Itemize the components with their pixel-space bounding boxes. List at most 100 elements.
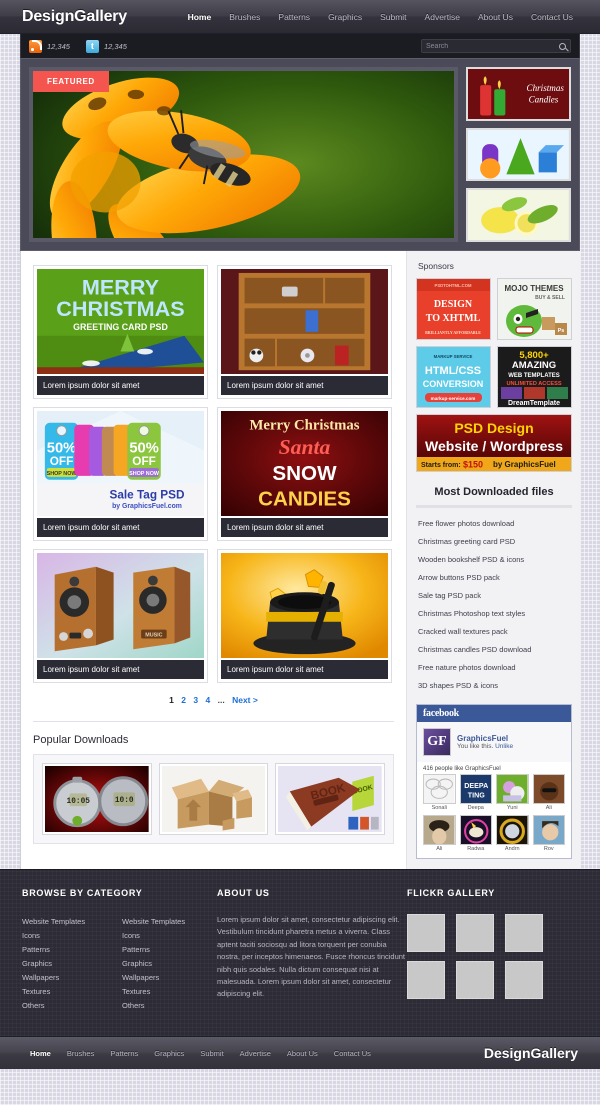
sponsor-ad-markup-service[interactable]: MARKUP SERVICE HTML/CSS CONVERSION marku… [416,346,491,408]
gallery-card[interactable]: 50% OFF SHOP NOW 50% OFF SHOP NOW Sale T… [33,407,208,541]
slider-thumb-3d-shapes[interactable] [466,127,571,182]
footer-nav-submit[interactable]: Submit [192,1049,231,1058]
search-input[interactable] [426,42,559,50]
gallery-card[interactable]: Lorem ipsum dolor sit amet [217,265,392,399]
facebook-fan[interactable]: Andrn [496,815,529,852]
page-2-link[interactable]: 2 [181,695,186,705]
sponsor-ad-design-to-xhtml[interactable]: PSDTOHTML.COM DESIGN TO XHTML BRILLIANTL… [416,278,491,340]
footer-category-link[interactable]: Graphics [122,959,152,968]
list-item[interactable]: Wallpapers [22,970,112,984]
flickr-thumbnail[interactable] [456,961,494,999]
most-downloaded-link[interactable]: Christmas Photoshop text styles [418,609,525,618]
footer-nav-about-us[interactable]: About Us [279,1049,326,1058]
list-item[interactable]: Free flower photos download [416,514,572,532]
list-item[interactable]: Christmas greeting card PSD [416,532,572,550]
list-item[interactable]: Others [122,998,212,1012]
flickr-thumbnail[interactable] [407,961,445,999]
footer-category-link[interactable]: Wallpapers [22,973,59,982]
footer-nav-advertise[interactable]: Advertise [232,1049,279,1058]
flickr-thumbnail[interactable] [456,914,494,952]
list-item[interactable]: Sale tag PSD pack [416,586,572,604]
facebook-fan[interactable]: Ali [532,774,565,811]
nav-item-graphics[interactable]: Graphics [319,12,371,22]
most-downloaded-link[interactable]: Sale tag PSD pack [418,591,481,600]
list-item[interactable]: Christmas candles PSD download [416,640,572,658]
list-item[interactable]: Arrow buttons PSD pack [416,568,572,586]
list-item[interactable]: Textures [22,984,112,998]
footer-category-link[interactable]: Patterns [22,945,50,954]
flickr-thumbnail[interactable] [505,961,543,999]
popular-download-item[interactable] [158,763,269,835]
flickr-thumbnail[interactable] [407,914,445,952]
footer-category-link[interactable]: Website Templates [122,917,185,926]
list-item[interactable]: Wooden bookshelf PSD & icons [416,550,572,568]
nav-item-brushes[interactable]: Brushes [220,12,269,22]
list-item[interactable]: Cracked wall textures pack [416,622,572,640]
list-item[interactable]: Patterns [22,942,112,956]
footer-nav-contact-us[interactable]: Contact Us [326,1049,379,1058]
footer-category-link[interactable]: Graphics [22,959,52,968]
gallery-card[interactable]: MERRY CHRISTMAS GREETING CARD PSD Lorem … [33,265,208,399]
most-downloaded-link[interactable]: 3D shapes PSD & icons [418,681,498,690]
nav-item-home[interactable]: Home [179,12,221,22]
slider-main-image[interactable]: FEATURED [29,67,458,242]
most-downloaded-link[interactable]: Christmas greeting card PSD [418,537,515,546]
facebook-fan[interactable]: Radwa [459,815,492,852]
list-item[interactable]: Others [22,998,112,1012]
facebook-fan[interactable]: Ali [423,815,456,852]
most-downloaded-link[interactable]: Cracked wall textures pack [418,627,508,636]
list-item[interactable]: Icons [122,928,212,942]
gallery-card[interactable]: Lorem ipsum dolor sit amet [217,549,392,683]
footer-nav-brushes[interactable]: Brushes [59,1049,103,1058]
list-item[interactable]: Free nature photos download [416,658,572,676]
page-4-link[interactable]: 4 [206,695,211,705]
list-item[interactable]: Patterns [122,942,212,956]
footer-nav-graphics[interactable]: Graphics [146,1049,192,1058]
nav-item-submit[interactable]: Submit [371,12,415,22]
most-downloaded-link[interactable]: Christmas candles PSD download [418,645,531,654]
facebook-fan[interactable]: Yuni [496,774,529,811]
footer-category-link[interactable]: Textures [22,987,50,996]
footer-category-link[interactable]: Icons [22,931,40,940]
list-item[interactable]: Website Templates [122,914,212,928]
sponsor-ad-psd-design[interactable]: PSD Design Website / Wordpress Starts fr… [416,414,572,472]
footer-category-link[interactable]: Textures [122,987,150,996]
footer-nav-home[interactable]: Home [22,1049,59,1058]
popular-download-item[interactable]: 10:05 10:0 [42,763,152,835]
next-page-link[interactable]: Next > [232,695,258,705]
nav-item-about-us[interactable]: About Us [469,12,522,22]
list-item[interactable]: Wallpapers [122,970,212,984]
footer-category-link[interactable]: Website Templates [22,917,85,926]
twitter-follow[interactable]: t 12,345 [85,39,127,53]
flickr-thumbnail[interactable] [505,914,543,952]
list-item[interactable]: Website Templates [22,914,112,928]
list-item[interactable]: Graphics [22,956,112,970]
facebook-fan[interactable]: Rov [532,815,565,852]
nav-item-advertise[interactable]: Advertise [416,12,469,22]
most-downloaded-link[interactable]: Arrow buttons PSD pack [418,573,500,582]
unlike-link[interactable]: Unlike [495,743,513,750]
footer-category-link[interactable]: Icons [122,931,140,940]
facebook-page-name[interactable]: GraphicsFuel [457,734,513,743]
list-item[interactable]: Icons [22,928,112,942]
nav-item-patterns[interactable]: Patterns [269,12,319,22]
footer-category-link[interactable]: Others [22,1001,45,1010]
most-downloaded-link[interactable]: Free flower photos download [418,519,514,528]
facebook-fan[interactable]: DEEPA TING Deepa [459,774,492,811]
facebook-fan[interactable]: Sonali [423,774,456,811]
list-item[interactable]: 3D shapes PSD & icons [416,676,572,694]
rss-subscribe[interactable]: 12,345 [29,39,70,53]
gallery-card[interactable]: MUSIC Lorem ipsum dolor sit amet [33,549,208,683]
sponsor-ad-dreamtemplate[interactable]: 5,800+ AMAZING WEB TEMPLATES UNLIMITED A… [497,346,572,408]
search-icon[interactable] [559,42,566,50]
nav-item-contact-us[interactable]: Contact Us [522,12,582,22]
slider-thumb-christmas-candles[interactable]: Christmas Candles [466,67,571,121]
popular-download-item[interactable]: BOOK BOOK [275,763,386,835]
most-downloaded-link[interactable]: Free nature photos download [418,663,516,672]
page-3-link[interactable]: 3 [193,695,198,705]
footer-nav-patterns[interactable]: Patterns [102,1049,146,1058]
most-downloaded-link[interactable]: Wooden bookshelf PSD & icons [418,555,524,564]
footer-category-link[interactable]: Wallpapers [122,973,159,982]
list-item[interactable]: Christmas Photoshop text styles [416,604,572,622]
slider-thumb-lemons[interactable] [466,188,571,242]
